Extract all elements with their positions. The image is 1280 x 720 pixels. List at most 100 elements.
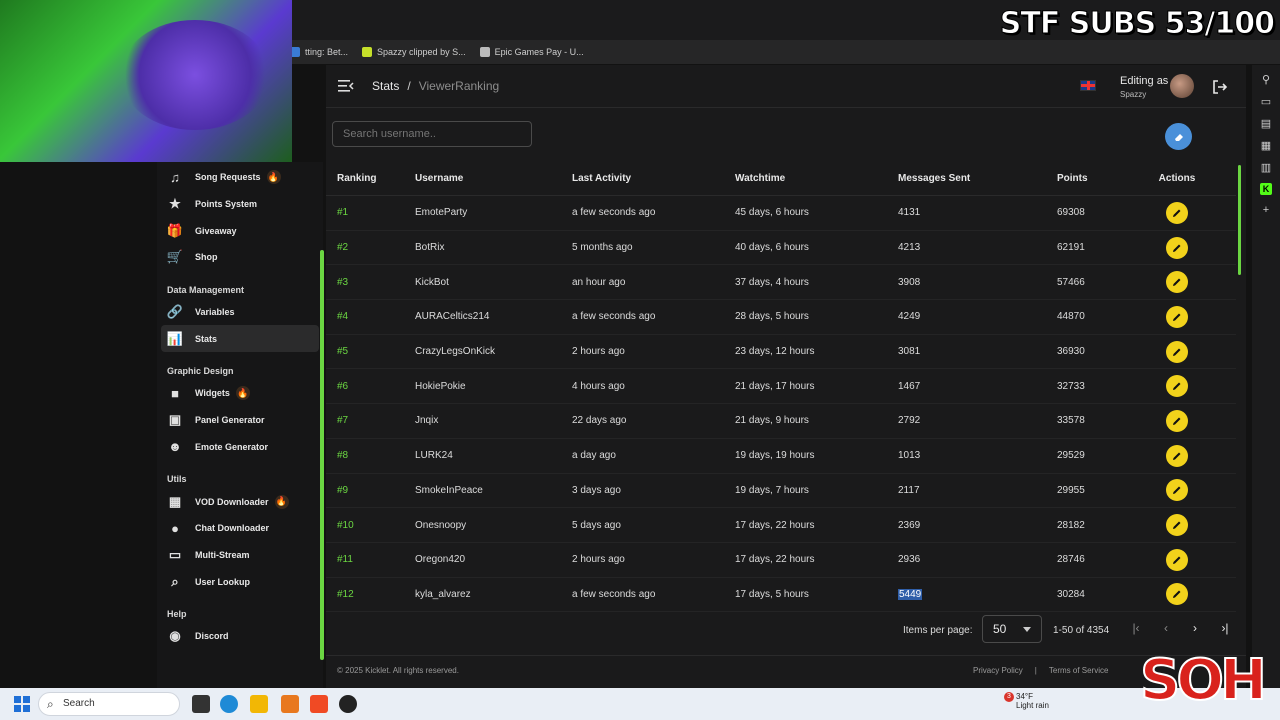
- col-header-watchtime[interactable]: Watchtime: [735, 173, 898, 184]
- taskbar-search[interactable]: Search: [38, 692, 180, 716]
- soh-logo-overlay: SOH: [1139, 647, 1268, 714]
- last-activity-cell-text: 3 days ago: [572, 484, 621, 496]
- sidebar-item-chat-downloader[interactable]: ● Chat Downloader: [157, 515, 323, 542]
- privacy-link[interactable]: Privacy Policy: [973, 666, 1023, 675]
- last-activity-cell: an hour ago: [572, 277, 735, 288]
- points-cell-text: 30284: [1057, 588, 1085, 600]
- app-icon[interactable]: [281, 695, 299, 713]
- points-cell-text: 44870: [1057, 311, 1085, 323]
- sidebar-item-giveaway[interactable]: 🎁 Giveaway: [157, 217, 323, 244]
- obs-icon[interactable]: [339, 695, 357, 713]
- sidebar-item-user-lookup[interactable]: ⌕ User Lookup: [157, 568, 323, 595]
- watchtime-cell: 37 days, 4 hours: [735, 277, 898, 288]
- first-page-icon[interactable]: |‹: [1128, 621, 1144, 637]
- bookmark-item[interactable]: tting: Bet...: [290, 47, 348, 57]
- sidebar-item-stats[interactable]: 📊 Stats: [161, 325, 319, 353]
- edge-icon[interactable]: [220, 695, 238, 713]
- brave-icon[interactable]: [310, 695, 328, 713]
- bookmark-item[interactable]: Epic Games Pay - U...: [479, 47, 584, 57]
- editing-label: Editing as: [1120, 75, 1169, 87]
- table-row: #10 Onesnoopy 5 days ago 17 days, 22 hours 2…: [326, 508, 1236, 543]
- chat-icon: ●: [171, 520, 179, 536]
- language-flag-icon[interactable]: [1080, 80, 1096, 91]
- actions-cell: [1147, 514, 1207, 537]
- watchtime-cell-text: 19 days, 7 hours: [735, 484, 809, 496]
- bar-chart-icon: 📊: [166, 330, 184, 346]
- points-cell: 29955: [1057, 485, 1147, 496]
- edit-button[interactable]: [1166, 340, 1188, 363]
- watchtime-cell-text: 40 days, 6 hours: [735, 242, 809, 254]
- sidebar-item-vod-downloader[interactable]: ▦ VOD Downloader 🔥: [157, 488, 323, 515]
- wallet2-icon[interactable]: ▤: [1261, 117, 1271, 130]
- points-cell-text: 28746: [1057, 554, 1085, 566]
- task-view-icon[interactable]: [192, 695, 210, 713]
- sidebar-item-panel-generator[interactable]: ▣ Panel Generator: [157, 407, 323, 434]
- file-explorer-icon[interactable]: [250, 695, 268, 713]
- col-header-ranking[interactable]: Ranking: [326, 173, 415, 184]
- weather-widget[interactable]: 34°F Light rain: [1016, 692, 1049, 710]
- table-scrollbar[interactable]: [1238, 165, 1241, 275]
- col-header-messages-sent[interactable]: Messages Sent: [898, 173, 1057, 184]
- search-input[interactable]: [332, 121, 532, 147]
- last-page-icon[interactable]: ›|: [1217, 621, 1233, 637]
- windows-start-icon[interactable]: [14, 696, 30, 712]
- edit-button[interactable]: [1166, 548, 1188, 571]
- prev-page-icon[interactable]: ‹: [1158, 621, 1174, 637]
- pencil-icon: [1173, 521, 1181, 530]
- sidebar-item-discord[interactable]: ◉ Discord: [157, 623, 323, 650]
- rank-cell: #7: [326, 415, 415, 426]
- sidebar-item-emote-generator[interactable]: ☻ Emote Generator: [157, 434, 323, 461]
- col-header-username[interactable]: Username: [415, 173, 572, 184]
- edit-button[interactable]: [1166, 305, 1188, 328]
- watchtime-cell: 23 days, 12 hours: [735, 346, 898, 357]
- breadcrumb-stats[interactable]: Stats: [372, 79, 399, 93]
- rank-cell-text: #2: [337, 242, 349, 254]
- edit-button[interactable]: [1166, 479, 1188, 502]
- next-page-icon[interactable]: ›: [1187, 621, 1203, 637]
- edit-button[interactable]: [1166, 409, 1188, 432]
- watchtime-cell-text: 17 days, 22 hours: [735, 554, 815, 566]
- logout-icon[interactable]: [1212, 79, 1228, 95]
- bookmark-item[interactable]: Spazzy clipped by S...: [362, 47, 466, 57]
- sidebar-item-points-system[interactable]: ★ Points System: [157, 191, 323, 218]
- sidebar-item-song-requests[interactable]: ♫ Song Requests 🔥: [157, 164, 323, 191]
- messages-cell: 4131: [898, 207, 1057, 218]
- col-header-points[interactable]: Points: [1057, 173, 1147, 184]
- menu-collapse-icon[interactable]: [338, 79, 354, 93]
- watchtime-cell: 40 days, 6 hours: [735, 242, 898, 253]
- sidebar-item-variables[interactable]: 🔗 Variables: [157, 299, 323, 326]
- edit-button[interactable]: [1166, 236, 1188, 259]
- actions-cell: [1147, 340, 1207, 363]
- watchtime-cell-text: 23 days, 12 hours: [735, 346, 815, 358]
- username-cell-text: Onesnoopy: [415, 519, 467, 531]
- last-activity-cell: a few seconds ago: [572, 207, 735, 218]
- points-cell-text: 29955: [1057, 484, 1085, 496]
- avatar[interactable]: [1170, 74, 1194, 98]
- points-cell: 36930: [1057, 346, 1147, 357]
- wallet-icon[interactable]: ▭: [1261, 95, 1271, 108]
- bookmark-icon[interactable]: ▦: [1261, 139, 1271, 152]
- edit-button[interactable]: [1166, 271, 1188, 294]
- sidebar-scrollbar[interactable]: [320, 250, 324, 660]
- edit-button[interactable]: [1166, 583, 1188, 606]
- points-cell: 28746: [1057, 554, 1147, 565]
- sidebar-item-widgets[interactable]: ■ Widgets 🔥: [157, 380, 323, 407]
- watchtime-cell: 17 days, 5 hours: [735, 589, 898, 600]
- edit-button[interactable]: [1166, 444, 1188, 467]
- edit-button[interactable]: [1166, 201, 1188, 224]
- add-icon[interactable]: +: [1263, 204, 1269, 216]
- items-per-page-select[interactable]: 50: [982, 615, 1042, 643]
- clear-filter-button[interactable]: [1165, 123, 1192, 150]
- last-activity-cell-text: 4 hours ago: [572, 380, 625, 392]
- sidebar-item-multi-stream[interactable]: ▭ Multi-Stream: [157, 542, 323, 569]
- pin-icon[interactable]: ⚲: [1262, 73, 1270, 86]
- edit-button[interactable]: [1166, 375, 1188, 398]
- terms-link[interactable]: Terms of Service: [1049, 666, 1109, 675]
- sidebar-item-shop[interactable]: 🛒 Shop: [157, 244, 323, 271]
- last-activity-cell-text: an hour ago: [572, 276, 626, 288]
- reader-icon[interactable]: ▥: [1261, 161, 1271, 174]
- eraser-icon: [1174, 133, 1183, 141]
- edit-button[interactable]: [1166, 514, 1188, 537]
- col-header-last-activity[interactable]: Last Activity: [572, 173, 735, 184]
- kick-icon[interactable]: K: [1260, 183, 1272, 195]
